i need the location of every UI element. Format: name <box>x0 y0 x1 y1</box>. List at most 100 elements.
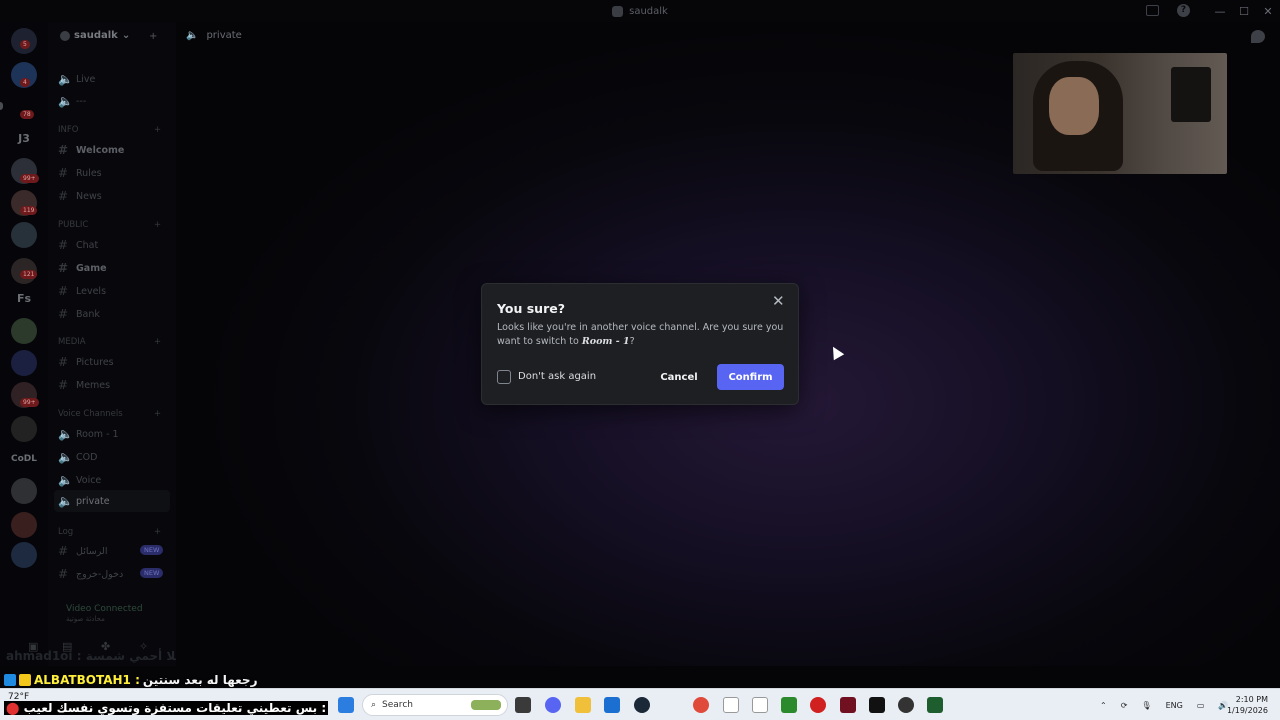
store-icon[interactable] <box>604 697 620 713</box>
server-icon[interactable] <box>11 416 37 442</box>
category-info[interactable]: INFO + <box>58 125 161 135</box>
close-window-button[interactable]: ✕ <box>1256 5 1280 18</box>
plus-icon[interactable]: + <box>154 409 161 419</box>
speaker-icon: 🔈 <box>58 450 73 464</box>
plus-icon[interactable]: + <box>154 125 161 135</box>
server-badge: 5 <box>20 40 30 49</box>
channel-item-memes[interactable]: # Memes <box>58 378 110 392</box>
dont-ask-again-label[interactable]: Don't ask again <box>518 371 596 382</box>
minimize-button[interactable]: — <box>1208 5 1232 18</box>
confirm-button[interactable]: Confirm <box>717 364 784 390</box>
channel-item-levels[interactable]: # Levels <box>58 284 106 298</box>
server-icon[interactable] <box>11 542 37 568</box>
speaker-icon: 🔈 <box>58 473 73 487</box>
hash-icon: # <box>58 284 69 298</box>
network-icon[interactable]: ▭ <box>1197 701 1205 710</box>
windows-start-icon[interactable] <box>338 697 354 713</box>
chrome-icon[interactable] <box>693 697 709 713</box>
voice-channel-info: محادثة صوتية <box>66 615 105 623</box>
close-icon[interactable]: ✕ <box>772 294 785 309</box>
search-icon: ⌕ <box>371 700 377 710</box>
channel-item-news[interactable]: # News <box>58 189 102 203</box>
chevron-up-icon[interactable]: ⌃ <box>1100 701 1107 710</box>
nvidia-icon[interactable] <box>781 697 797 713</box>
server-icon[interactable]: CoDL <box>11 446 37 472</box>
server-badge: 78 <box>20 110 34 119</box>
category-voice[interactable]: Voice Channels + <box>58 409 161 419</box>
window-title: saudalk <box>612 5 668 17</box>
document-icon[interactable] <box>723 697 739 713</box>
document-icon[interactable] <box>752 697 768 713</box>
server-name-header[interactable]: saudalk ⌄ <box>60 30 130 41</box>
plus-icon[interactable]: + <box>154 527 161 537</box>
speaker-icon: 🔈 <box>58 94 73 108</box>
hash-icon: # <box>58 238 69 252</box>
platform-icon <box>4 674 16 686</box>
dont-ask-again-checkbox[interactable] <box>497 370 511 384</box>
server-badge: 121 <box>20 270 38 279</box>
speaker-icon: 🔈 <box>58 494 73 508</box>
taskbar-search[interactable]: ⌕ Search <box>362 694 508 716</box>
clock[interactable]: 2:10 PM 1/19/2026 <box>1224 694 1268 716</box>
voice-channel-voice[interactable]: 🔈 Voice <box>58 473 101 487</box>
channel-item[interactable]: 🔈 --- <box>58 94 86 108</box>
help-icon[interactable]: ? <box>1177 4 1190 17</box>
hash-icon: # <box>58 166 69 180</box>
discord-icon[interactable] <box>545 697 561 713</box>
server-icon[interactable]: Fs <box>11 286 37 312</box>
hash-icon: # <box>58 378 69 392</box>
server-icon[interactable] <box>11 222 37 248</box>
server-icon[interactable] <box>11 512 37 538</box>
channel-item[interactable]: 🔈 Live <box>58 72 95 86</box>
dialog-body: Looks like you're in another voice chann… <box>497 322 784 347</box>
channel-item-game[interactable]: # Game <box>58 261 107 275</box>
plus-icon[interactable]: + <box>154 220 161 230</box>
language-indicator[interactable]: ENG <box>1166 701 1183 710</box>
channel-item-welcome[interactable]: # Welcome <box>58 143 124 157</box>
stream-chat-line: ahmad1oi : أبو هلا أحمي شمسة <box>6 649 205 663</box>
app-icon[interactable] <box>840 697 856 713</box>
plus-icon[interactable]: + <box>154 337 161 347</box>
voice-channel-room-1[interactable]: 🔈 Room - 1 <box>58 427 119 441</box>
category-media[interactable]: MEDIA + <box>58 337 161 347</box>
game-icon[interactable] <box>869 697 885 713</box>
hash-icon: # <box>58 189 69 203</box>
task-view-icon[interactable] <box>515 697 531 713</box>
webcam-overlay <box>1013 53 1227 174</box>
server-icon[interactable] <box>11 478 37 504</box>
channel-item-join-leave[interactable]: # دخول-خروج <box>58 567 123 581</box>
maximize-button[interactable]: ☐ <box>1232 5 1256 18</box>
server-icon[interactable] <box>11 318 37 344</box>
channel-item-pictures[interactable]: # Pictures <box>58 355 114 369</box>
voice-channel-private[interactable]: 🔈 private <box>54 490 170 512</box>
terminal-icon[interactable] <box>927 697 943 713</box>
server-badge: 119 <box>20 206 38 215</box>
steam-icon[interactable] <box>634 697 650 713</box>
media-player-icon[interactable] <box>810 697 826 713</box>
search-highlight-icon <box>471 700 501 710</box>
category-log[interactable]: Log + <box>58 527 161 537</box>
cancel-button[interactable]: Cancel <box>649 364 709 390</box>
channel-item-rules[interactable]: # Rules <box>58 166 102 180</box>
inbox-icon[interactable] <box>1146 5 1159 16</box>
new-badge: NEW <box>140 568 164 578</box>
chat-icon[interactable] <box>1251 30 1265 43</box>
hash-icon: # <box>58 307 69 321</box>
add-user-icon[interactable]: + <box>149 31 160 42</box>
hash-icon: # <box>58 544 69 558</box>
chevron-down-icon: ⌄ <box>121 30 131 41</box>
hash-icon: # <box>58 567 69 581</box>
category-public[interactable]: PUBLIC + <box>58 220 161 230</box>
channel-item-messages[interactable]: # الرسائل <box>58 544 107 558</box>
channel-item-chat[interactable]: # Chat <box>58 238 98 252</box>
microphone-icon[interactable]: 🎙 <box>1141 701 1151 710</box>
server-icon[interactable]: J3 <box>11 126 37 152</box>
server-rail: 5 4 78 J3 99+ 119 121 Fs 99+ CoDL <box>0 22 48 666</box>
file-explorer-icon[interactable] <box>575 697 591 713</box>
window-controls: — ☐ ✕ <box>1208 0 1280 22</box>
voice-channel-cod[interactable]: 🔈 COD <box>58 450 97 464</box>
server-icon[interactable] <box>11 350 37 376</box>
obs-icon[interactable] <box>898 697 914 713</box>
sync-icon[interactable]: ⟳ <box>1121 701 1128 710</box>
channel-item-bank[interactable]: # Bank <box>58 307 100 321</box>
